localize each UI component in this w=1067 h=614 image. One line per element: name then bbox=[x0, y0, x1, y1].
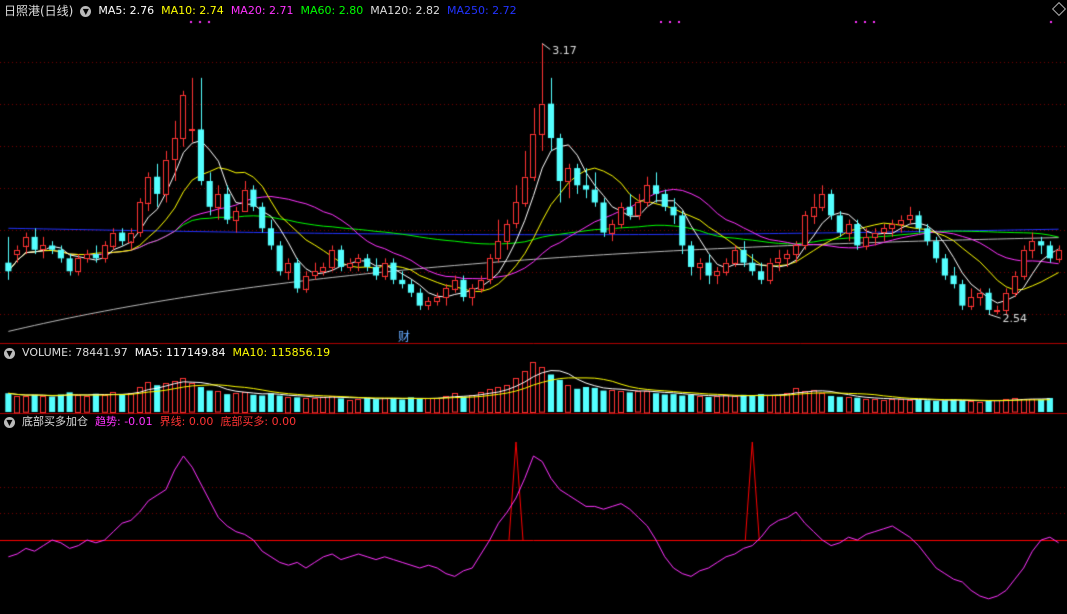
ma-label-5: MA250: 2.72 bbox=[446, 4, 517, 17]
ma-label-4: MA120: 2.82 bbox=[370, 4, 440, 17]
indicator-label-1: 趋势: -0.01 bbox=[95, 415, 153, 428]
ma-label-2: MA20: 2.71 bbox=[230, 4, 294, 17]
ma-label-0: MA5: 2.76 bbox=[98, 4, 155, 17]
price-panel-header: 日照港(日线) ▼ MA5: 2.76 MA10: 2.74 MA20: 2.71 M… bbox=[4, 3, 524, 19]
volume-label-1: MA5: 117149.84 bbox=[134, 346, 226, 359]
expand-icon[interactable]: ▼ bbox=[4, 347, 15, 359]
volume-label-2: MA10: 115856.19 bbox=[232, 346, 331, 359]
volume-label-0: VOLUME: 78441.97 bbox=[22, 346, 128, 359]
indicator-label-3: 底部买多: 0.00 bbox=[220, 415, 297, 428]
ma-label-3: MA60: 2.80 bbox=[300, 4, 364, 17]
indicator-panel-header: ▼ 底部买多加仓 趋势: -0.01 界线: 0.00 底部买多: 0.00 bbox=[4, 414, 303, 430]
volume-labels: VOLUME: 78441.97 MA5: 117149.84 MA10: 1158… bbox=[22, 345, 337, 361]
indicator-label-0: 底部买多加仓 bbox=[22, 415, 88, 428]
indicator-labels: 底部买多加仓 趋势: -0.01 界线: 0.00 底部买多: 0.00 bbox=[22, 414, 303, 430]
expand-icon[interactable]: ▼ bbox=[80, 5, 92, 17]
stock-chart-canvas[interactable] bbox=[0, 0, 1067, 614]
expand-icon[interactable]: ▼ bbox=[4, 416, 15, 428]
stock-title[interactable]: 日照港(日线) bbox=[4, 3, 73, 19]
volume-panel-header: ▼ VOLUME: 78441.97 MA5: 117149.84 MA10: 11… bbox=[4, 345, 337, 361]
ma-labels: MA5: 2.76 MA10: 2.74 MA20: 2.71 MA60: 2.80 M… bbox=[98, 3, 523, 19]
ma-label-1: MA10: 2.74 bbox=[161, 4, 224, 17]
indicator-label-2: 界线: 0.00 bbox=[159, 415, 214, 428]
